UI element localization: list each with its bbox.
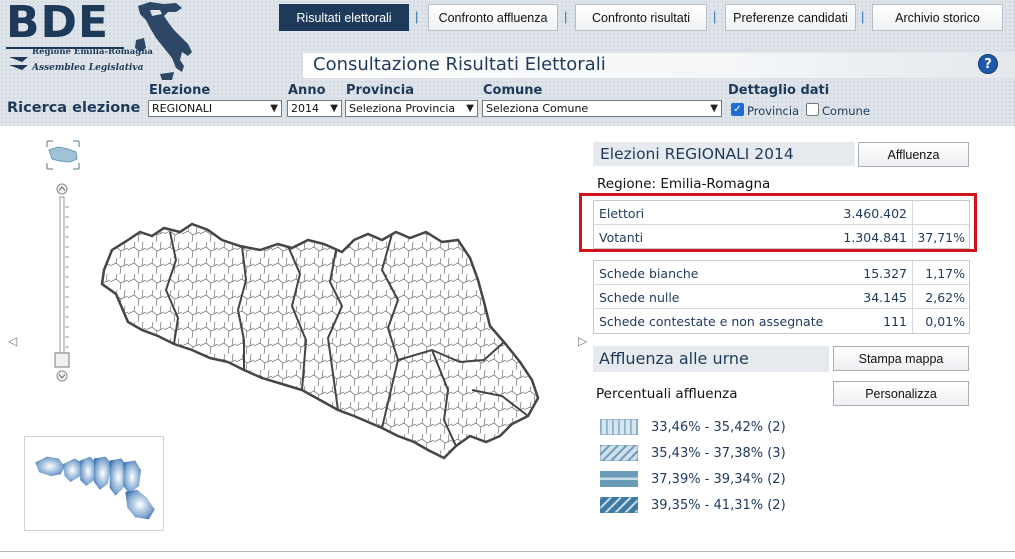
legend-swatch-diagonal-light [600, 445, 638, 461]
nav-archivio-storico[interactable]: Archivio storico [872, 4, 1003, 31]
pan-left-icon[interactable]: ◁ [8, 334, 17, 348]
italy-map-icon [135, 2, 192, 80]
legend-label: 33,46% - 35,42% (2) [651, 420, 786, 435]
help-icon[interactable]: ? [978, 54, 998, 74]
elezione-value: REGIONALI [152, 102, 213, 115]
row-value: 111 [883, 314, 907, 329]
bde-logo[interactable]: BDE Regione Emilia-Romagna Assemblea Leg… [6, 0, 153, 77]
ballots-table: Schede bianche 15.327 1,17% Schede nulle… [593, 260, 970, 334]
chevron-down-icon: ▼ [710, 103, 718, 114]
nav-confronto-affluenza[interactable]: Confronto affluenza [428, 4, 558, 31]
legend-swatch-horizontal [600, 471, 638, 487]
comune-checkbox[interactable] [806, 103, 819, 116]
row-percent: 0,01% [925, 314, 965, 329]
comune-label: Comune [483, 83, 543, 98]
footer-divider [0, 551, 1015, 552]
chevron-down-icon: ▼ [330, 103, 338, 114]
provincia-checkbox-label: Provincia [747, 104, 800, 118]
nav-risultati-elettorali[interactable]: Risultati elettorali [279, 4, 409, 31]
percentages-label: Percentuali affluenza [596, 386, 738, 402]
logo-brand: BDE [6, 0, 110, 48]
provincia-select[interactable]: Seleziona Provincia ▼ [345, 100, 478, 117]
page: BDE Regione Emilia-Romagna Assemblea Leg… [0, 0, 1015, 559]
comune-value: Seleziona Comune [486, 102, 589, 115]
stampa-mappa-button[interactable]: Stampa mappa [833, 346, 969, 371]
affluenza-button[interactable]: Affluenza [858, 142, 969, 167]
column-separator [912, 261, 913, 285]
highlight-box [579, 193, 977, 252]
row-value: 15.327 [863, 266, 907, 281]
region-label: Regione: Emilia-Romagna [597, 176, 771, 192]
table-row: Schede bianche 15.327 1,17% [594, 261, 969, 285]
election-title: Elezioni REGIONALI 2014 [600, 145, 794, 163]
anno-select[interactable]: 2014 ▼ [287, 100, 342, 117]
nav-separator: | [713, 9, 717, 24]
table-row: Schede contestate e non assegnate 111 0,… [594, 309, 969, 333]
nav-separator: | [564, 9, 568, 24]
provincia-checkbox[interactable]: ✓ [731, 103, 744, 116]
row-percent: 1,17% [925, 266, 965, 281]
row-percent: 2,62% [925, 290, 965, 305]
personalizza-button[interactable]: Personalizza [833, 381, 969, 406]
zoom-slider[interactable] [52, 183, 72, 383]
logo-line2: Assemblea Legislativa [32, 63, 144, 73]
page-title: Consultazione Risultati Elettorali [313, 54, 606, 75]
column-separator [912, 285, 913, 309]
elezione-select[interactable]: REGIONALI ▼ [148, 100, 282, 117]
overview-minimap[interactable] [24, 436, 164, 531]
comune-checkbox-label: Comune [822, 104, 870, 118]
turnout-title: Affluenza alle urne [599, 349, 749, 368]
search-title: Ricerca elezione [7, 100, 141, 116]
emilia-romagna-map[interactable] [92, 210, 544, 470]
legend-label: 39,35% - 41,31% (2) [651, 498, 786, 513]
comune-select[interactable]: Seleziona Comune ▼ [482, 100, 722, 117]
row-label: Schede bianche [599, 266, 699, 281]
legend-swatch-diagonal-dark [600, 497, 638, 513]
provincia-label: Provincia [346, 83, 414, 98]
row-value: 34.145 [863, 290, 907, 305]
provincia-value: Seleziona Provincia [349, 102, 456, 115]
column-separator [912, 309, 913, 333]
nav-preferenze-candidati[interactable]: Preferenze candidati [725, 4, 856, 31]
row-label: Schede nulle [599, 290, 680, 305]
nav-separator: | [861, 9, 865, 24]
row-label: Schede contestate e non assegnate [599, 314, 824, 329]
legend-label: 35,43% - 37,38% (3) [651, 446, 786, 461]
swoosh-icon [9, 57, 28, 70]
pan-right-icon[interactable]: ▷ [578, 334, 587, 348]
dettaglio-label: Dettaglio dati [728, 83, 830, 98]
anno-value: 2014 [291, 102, 319, 115]
nav-separator: | [415, 9, 419, 24]
legend-swatch-vertical [600, 419, 638, 435]
elezione-label: Elezione [149, 83, 211, 98]
table-row: Schede nulle 34.145 2,62% [594, 285, 969, 309]
nav-confronto-risultati[interactable]: Confronto risultati [575, 4, 707, 31]
anno-label: Anno [288, 83, 326, 98]
chevron-down-icon: ▼ [270, 103, 278, 114]
full-extent-icon[interactable] [46, 140, 80, 170]
legend-label: 37,39% - 39,34% (2) [651, 472, 786, 487]
chevron-down-icon: ▼ [466, 103, 474, 114]
